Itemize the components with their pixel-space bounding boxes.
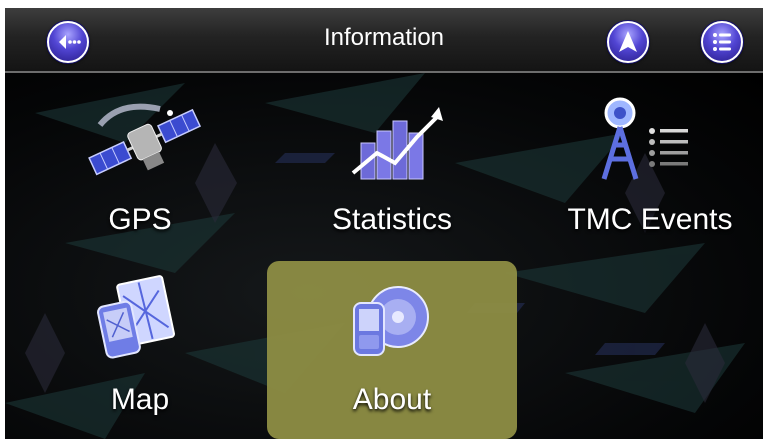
tmc-tower-icon <box>601 97 688 180</box>
menu-item-statistics[interactable]: Statistics <box>287 83 497 248</box>
menu-item-gps[interactable]: GPS <box>35 83 245 248</box>
menu-item-about[interactable]: About <box>287 261 497 431</box>
menu-item-label: Statistics <box>331 203 453 236</box>
map-icon <box>97 275 175 359</box>
menu-item-label: About <box>352 383 432 416</box>
menu-item-label: GPS <box>108 203 172 236</box>
menu-item-label: Map <box>110 383 170 416</box>
menu-grid: GPS Statistics TMC Events Map About <box>5 73 763 439</box>
statistics-chart-icon <box>351 107 443 180</box>
navigation-arrow-icon <box>619 31 637 52</box>
about-disc-icon <box>353 286 429 356</box>
menu-item-tmc-events[interactable]: TMC Events <box>545 83 755 248</box>
menu-button[interactable] <box>701 21 743 63</box>
menu-list-icon <box>713 33 731 51</box>
page-title: Information <box>323 24 445 51</box>
app-window: Information GPS Statistics TMC Events Ma… <box>5 8 763 439</box>
header-bar: Information <box>5 8 763 73</box>
satellite-icon <box>88 103 202 176</box>
navigate-button[interactable] <box>607 21 649 63</box>
menu-item-label: TMC Events <box>567 203 733 236</box>
menu-item-map[interactable]: Map <box>35 261 245 431</box>
